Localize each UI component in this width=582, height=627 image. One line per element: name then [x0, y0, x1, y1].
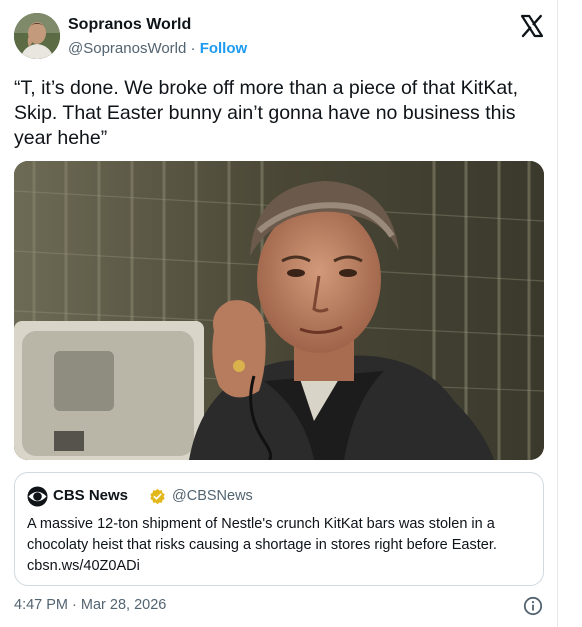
- x-logo-icon[interactable]: [520, 14, 544, 38]
- gold-verified-badge-icon: [150, 488, 165, 505]
- handle-separator: ·: [186, 40, 200, 57]
- author-name[interactable]: Sopranos World: [68, 16, 191, 34]
- info-circle-icon[interactable]: [523, 596, 543, 616]
- quoted-author-handle: @CBSNews: [172, 488, 253, 504]
- photo-man-on-phone: [14, 161, 544, 460]
- author-handle-row: @SopranosWorld · Follow: [68, 40, 247, 57]
- user-avatar-photo: [14, 13, 60, 59]
- author-handle[interactable]: @SopranosWorld: [68, 40, 186, 57]
- quoted-post-text: A massive 12-ton shipment of Nestle's cr…: [27, 516, 497, 574]
- author-avatar[interactable]: [14, 13, 60, 59]
- post-text: “T, it’s done. We broke off more than a …: [14, 77, 519, 149]
- post-media-image[interactable]: [14, 161, 544, 460]
- embedded-post-card: Sopranos World @SopranosWorld · Follow “…: [0, 0, 558, 627]
- quoted-author-name: CBS News: [53, 487, 129, 504]
- cbs-eye-logo-icon: [27, 486, 48, 507]
- follow-button[interactable]: Follow: [200, 40, 248, 57]
- post-timestamp[interactable]: 4:47 PM · Mar 28, 2026: [14, 597, 166, 613]
- quoted-post[interactable]: CBS News @CBSNews A massive 12-ton shipm…: [14, 472, 544, 586]
